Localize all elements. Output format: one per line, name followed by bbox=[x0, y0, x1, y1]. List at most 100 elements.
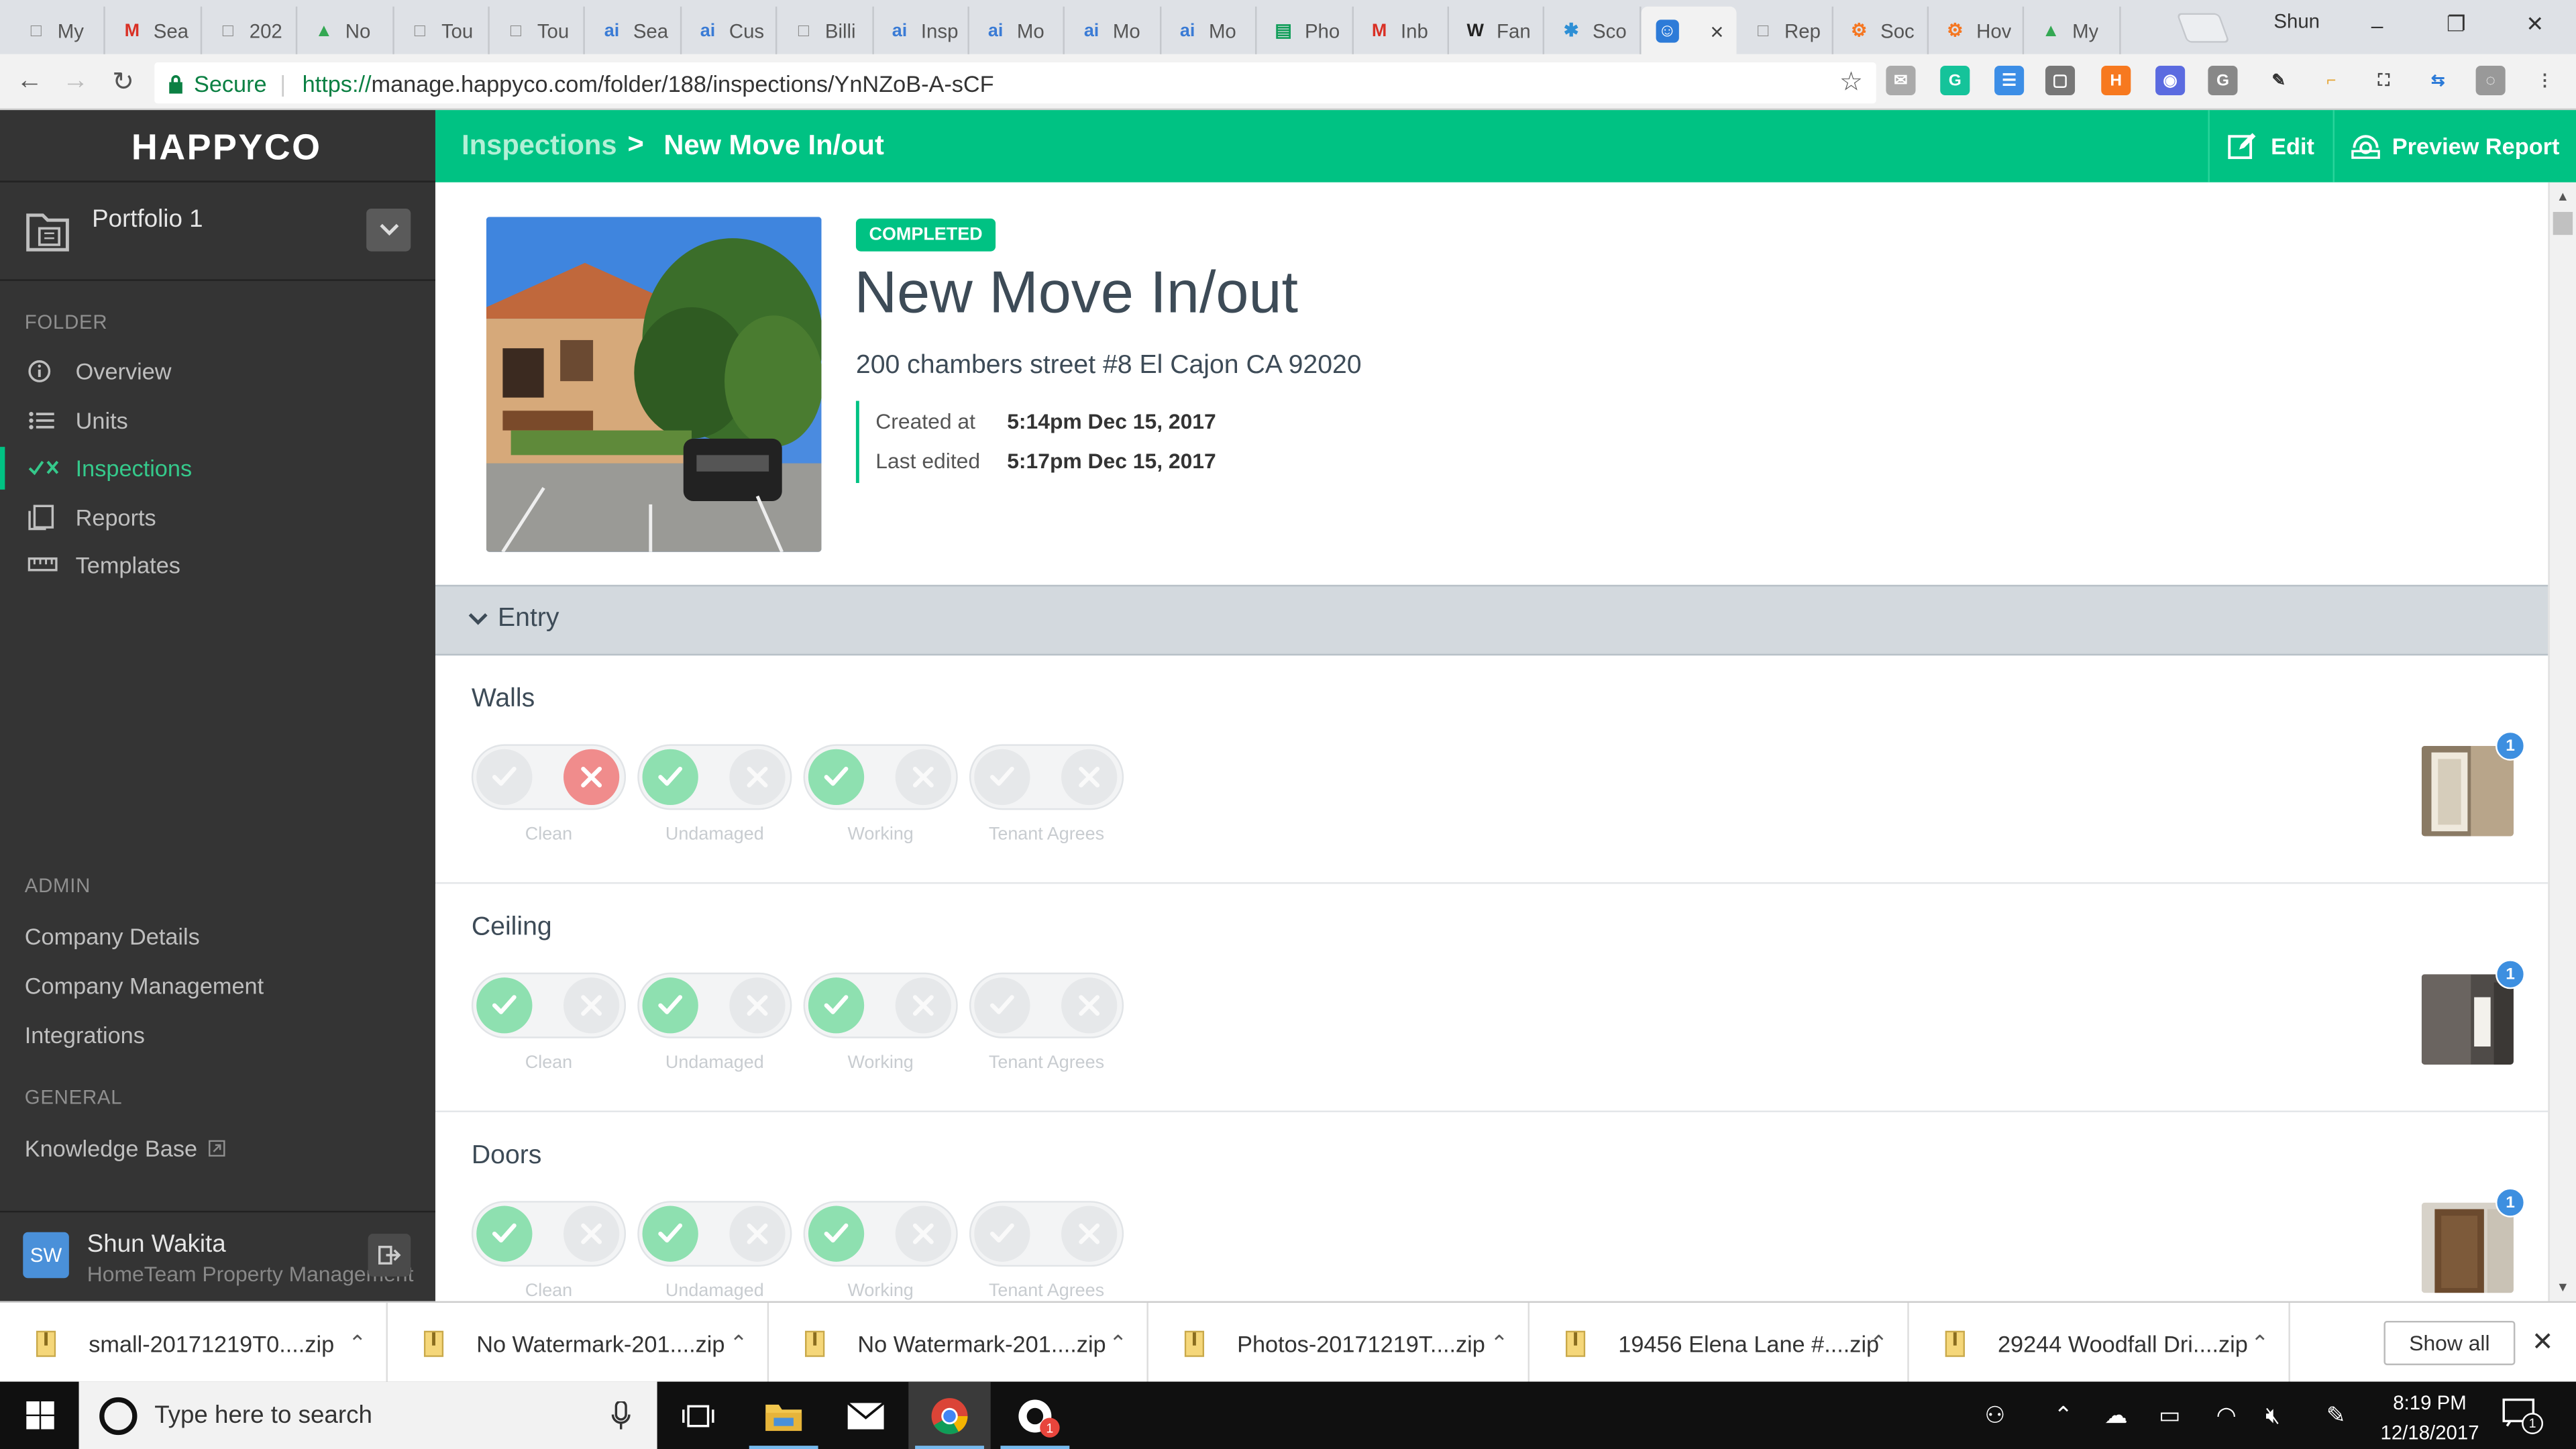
profile-name[interactable]: Shun bbox=[2273, 10, 2320, 33]
edit-button[interactable]: Edit bbox=[2208, 110, 2332, 182]
url-text[interactable]: https://manage.happyco.com/folder/188/in… bbox=[303, 70, 994, 96]
sidebar-item-reports[interactable]: Reports bbox=[0, 496, 435, 539]
fail-x-button[interactable] bbox=[1061, 749, 1118, 806]
preview-report-button[interactable]: Preview Report bbox=[2332, 110, 2576, 182]
happyco-logo[interactable]: HAPPYCO bbox=[131, 127, 322, 170]
sync-extension-icon[interactable]: ⇆ bbox=[2423, 66, 2453, 95]
task-view-button[interactable] bbox=[657, 1382, 739, 1449]
fail-x-button[interactable] bbox=[1061, 1205, 1118, 1262]
start-button[interactable] bbox=[0, 1382, 79, 1449]
clock[interactable]: 8:19 PM 12/18/2017 bbox=[2366, 1388, 2494, 1447]
section-header-entry[interactable]: Entry bbox=[435, 584, 2548, 656]
rating-toggle-clean[interactable] bbox=[471, 744, 627, 810]
evernote-clipper-icon[interactable]: ▢ bbox=[2045, 65, 2076, 96]
sidebar-item-units[interactable]: Units bbox=[0, 399, 435, 442]
people-icon[interactable]: ⚇ bbox=[1984, 1401, 2005, 1430]
rating-toggle-working[interactable] bbox=[803, 1201, 958, 1267]
wifi-icon[interactable]: ◠ bbox=[2216, 1401, 2237, 1430]
pass-check-button[interactable] bbox=[974, 749, 1030, 806]
close-tab-icon[interactable]: × bbox=[1710, 17, 1723, 44]
fail-x-button[interactable] bbox=[729, 977, 786, 1034]
avatar[interactable]: SW bbox=[23, 1232, 69, 1279]
browser-tab[interactable]: W Fan bbox=[1449, 6, 1545, 54]
browser-tab[interactable]: □ 202 bbox=[202, 6, 298, 54]
company-details-link[interactable]: Company Details bbox=[25, 923, 200, 949]
sidebar-item-templates[interactable]: Templates bbox=[0, 544, 435, 587]
property-photo[interactable] bbox=[486, 217, 822, 552]
item-photo-thumbnail[interactable] bbox=[2421, 1202, 2514, 1293]
portfolio-dropdown-button[interactable] bbox=[366, 209, 411, 252]
code-extension-icon[interactable]: ◌ bbox=[2475, 65, 2506, 96]
url-bar[interactable]: Secure | https://manage.happyco.com/fold… bbox=[154, 62, 1876, 104]
download-item[interactable]: 19456 Elena Lane #....zip ⌃ bbox=[1529, 1303, 1909, 1384]
pass-check-button[interactable] bbox=[476, 1205, 533, 1262]
item-photo-thumbnail[interactable] bbox=[2421, 974, 2514, 1065]
mail-extension-icon[interactable]: ✉ bbox=[1886, 65, 1916, 96]
tray-chevron-up-icon[interactable]: ⌃ bbox=[2053, 1401, 2073, 1430]
chevron-up-icon[interactable]: ⌃ bbox=[348, 1330, 366, 1356]
rating-toggle-undamaged[interactable] bbox=[637, 1201, 792, 1267]
chevron-up-icon[interactable]: ⌃ bbox=[1109, 1330, 1127, 1356]
company-management-link[interactable]: Company Management bbox=[25, 973, 264, 999]
fail-x-button[interactable] bbox=[895, 977, 951, 1034]
scroll-down-arrow[interactable]: ▼ bbox=[2557, 1280, 2569, 1295]
download-item[interactable]: No Watermark-201....zip ⌃ bbox=[388, 1303, 769, 1384]
browser-tab[interactable]: ☺ × bbox=[1641, 6, 1737, 54]
scrollbar-thumb[interactable] bbox=[2553, 211, 2573, 235]
back-icon[interactable]: ← bbox=[11, 64, 48, 101]
file-explorer-button[interactable] bbox=[743, 1382, 824, 1449]
pass-check-button[interactable] bbox=[642, 1205, 698, 1262]
chevron-up-icon[interactable]: ⌃ bbox=[2251, 1330, 2269, 1356]
restore-button[interactable]: ❐ bbox=[2418, 7, 2494, 43]
reload-icon[interactable]: ↻ bbox=[105, 64, 142, 101]
rating-toggle-tenant-agrees[interactable] bbox=[969, 1201, 1124, 1267]
integrations-link[interactable]: Integrations bbox=[25, 1022, 145, 1048]
pass-check-button[interactable] bbox=[642, 977, 698, 1034]
pass-check-button[interactable] bbox=[808, 749, 865, 806]
battery-icon[interactable]: ▭ bbox=[2159, 1401, 2180, 1430]
fail-x-button[interactable] bbox=[564, 749, 620, 806]
chevron-up-icon[interactable]: ⌃ bbox=[730, 1330, 748, 1356]
scrollbar[interactable]: ▲ ▼ bbox=[2548, 182, 2576, 1301]
eyedropper-icon[interactable]: ✎ bbox=[2264, 66, 2294, 95]
logout-button[interactable] bbox=[368, 1234, 411, 1277]
browser-tab[interactable]: □ Tou bbox=[490, 6, 586, 54]
chrome-button[interactable] bbox=[908, 1381, 991, 1449]
item-photo-thumbnail[interactable] bbox=[2421, 745, 2514, 837]
calendar-extension-icon[interactable]: ☰ bbox=[1994, 65, 2025, 96]
browser-tab[interactable]: ✱ Sco bbox=[1545, 6, 1641, 54]
forward-icon[interactable]: → bbox=[58, 64, 94, 101]
minimize-button[interactable]: – bbox=[2339, 7, 2415, 43]
pass-check-button[interactable] bbox=[808, 977, 865, 1034]
pass-check-button[interactable] bbox=[476, 749, 533, 806]
download-item[interactable]: No Watermark-201....zip ⌃ bbox=[769, 1303, 1148, 1384]
action-center-button[interactable]: 1 bbox=[2502, 1398, 2544, 1434]
browser-tab[interactable]: ai Mo bbox=[1065, 6, 1161, 54]
browser-tab[interactable]: ⚙ Soc bbox=[1833, 6, 1929, 54]
fail-x-button[interactable] bbox=[564, 977, 620, 1034]
rating-toggle-working[interactable] bbox=[803, 744, 958, 810]
browser-tab[interactable]: ⚙ Hov bbox=[1929, 6, 2025, 54]
close-downloads-icon[interactable]: ✕ bbox=[2532, 1326, 2554, 1358]
browser-tab[interactable]: ai Insp bbox=[873, 6, 969, 54]
browser-tab[interactable]: ai Cus bbox=[682, 6, 777, 54]
rating-toggle-tenant-agrees[interactable] bbox=[969, 744, 1124, 810]
mail-button[interactable] bbox=[824, 1382, 906, 1449]
close-window-button[interactable]: ✕ bbox=[2497, 7, 2573, 43]
browser-tab[interactable]: ai Sea bbox=[586, 6, 682, 54]
show-all-button[interactable]: Show all bbox=[2383, 1320, 2516, 1366]
download-item[interactable]: 29244 Woodfall Dri....zip ⌃ bbox=[1909, 1303, 2290, 1384]
taskbar-search[interactable]: Type here to search bbox=[78, 1381, 657, 1449]
chevron-up-icon[interactable]: ⌃ bbox=[1870, 1330, 1888, 1356]
target-extension-icon[interactable]: ◉ bbox=[2155, 65, 2186, 96]
browser-tab[interactable]: M Inb bbox=[1353, 6, 1449, 54]
breadcrumb-inspections-link[interactable]: Inspections bbox=[462, 129, 616, 162]
sidebar-item-inspections[interactable]: Inspections bbox=[0, 447, 435, 490]
download-item[interactable]: Photos-20171219T....zip ⌃ bbox=[1148, 1303, 1530, 1384]
browser-tab[interactable]: ai Mo bbox=[969, 6, 1065, 54]
fail-x-button[interactable] bbox=[1061, 977, 1118, 1034]
browser-tab[interactable]: M Sea bbox=[106, 6, 202, 54]
fail-x-button[interactable] bbox=[895, 749, 951, 806]
fail-x-button[interactable] bbox=[729, 1205, 786, 1262]
pen-icon[interactable]: ✎ bbox=[2326, 1401, 2346, 1430]
